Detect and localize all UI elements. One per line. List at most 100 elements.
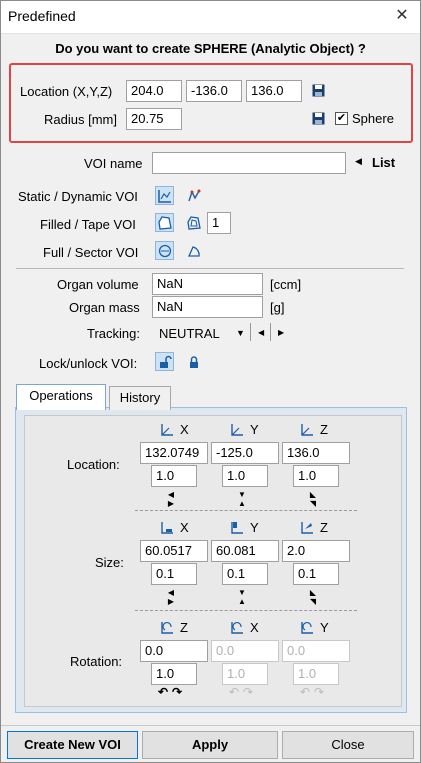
rot-x-header: X (230, 620, 259, 635)
dynamic-voi-icon[interactable] (184, 186, 203, 205)
rot-z-header: Z (160, 620, 188, 635)
size-z-step[interactable]: 0.1 (293, 563, 339, 585)
loc-x-axis-label: X (180, 422, 189, 437)
size-y-header: Y (230, 520, 259, 535)
size-z-input[interactable]: 2.0 (282, 540, 350, 562)
filled-voi-icon[interactable] (155, 213, 174, 232)
rotate-y-icon (301, 621, 313, 634)
size-y-axis-label: Y (250, 520, 259, 535)
size-y-step[interactable]: 0.1 (222, 563, 268, 585)
organ-volume-label: Organ volume (57, 277, 139, 292)
tracking-divider-2 (270, 323, 271, 341)
radius-label: Radius [mm] (44, 112, 117, 127)
rot-x-step: 1.0 (222, 663, 268, 685)
full-sector-label: Full / Sector VOI (43, 245, 139, 260)
location-x-field[interactable]: 204.0 (126, 80, 182, 102)
lock-icon[interactable] (184, 352, 203, 371)
loc-y-arrows-icon[interactable]: ▼ ▲ (229, 490, 261, 508)
voi-name-input[interactable] (152, 152, 346, 174)
apply-button[interactable]: Apply (142, 731, 278, 759)
location-separator (135, 510, 357, 511)
location-z-field[interactable]: 136.0 (246, 80, 302, 102)
organ-volume-field[interactable]: NaN (152, 273, 263, 295)
sector-voi-icon[interactable] (184, 241, 203, 260)
list-arrow-icon[interactable]: ◀ (355, 156, 362, 167)
location-y-field[interactable]: -136.0 (186, 80, 242, 102)
list-button[interactable]: List (372, 155, 395, 170)
size-x-step[interactable]: 0.1 (151, 563, 197, 585)
rot-z-axis-label: Z (180, 620, 188, 635)
separator (16, 268, 404, 269)
static-dynamic-label: Static / Dynamic VOI (18, 189, 138, 204)
close-button[interactable]: Close (282, 731, 414, 759)
rot-y-arrows-icon: ↶↷ (300, 685, 329, 699)
rot-z-input[interactable]: 0.0 (140, 640, 208, 662)
loc-z-arrows-icon[interactable]: ◣ ◥ (300, 490, 332, 508)
tracking-select[interactable]: NEUTRAL (159, 326, 220, 341)
rot-x-arrows-icon: ↶↷ (229, 685, 258, 699)
sphere-label: Sphere (352, 111, 394, 126)
rot-x-axis-label: X (250, 620, 259, 635)
tracking-label: Tracking: (87, 326, 140, 341)
loc-z-step[interactable]: 1.0 (293, 465, 339, 487)
size-z-icon (301, 521, 313, 534)
lock-label: Lock/unlock VOI: (39, 356, 138, 371)
loc-z-input[interactable]: 136.0 (282, 442, 350, 464)
loc-x-input[interactable]: 132.0749 (140, 442, 208, 464)
rot-z-step[interactable]: 1.0 (151, 663, 197, 685)
loc-z-axis-label: Z (320, 422, 328, 437)
full-voi-icon[interactable] (155, 241, 174, 260)
axis-x-icon (161, 423, 173, 436)
tape-voi-icon[interactable] (184, 213, 203, 232)
size-x-arrows-icon[interactable]: ◀ ▶ (158, 588, 190, 606)
rot-z-arrows-icon[interactable]: ↶↷ (158, 685, 186, 699)
size-z-axis-label: Z (320, 520, 328, 535)
size-y-input[interactable]: 60.081 (211, 540, 279, 562)
tracking-prev-icon[interactable]: ◀ (258, 328, 264, 337)
size-separator (135, 610, 357, 611)
rot-y-input: 0.0 (282, 640, 350, 662)
filled-tape-label: Filled / Tape VOI (40, 217, 136, 232)
loc-x-header: X (160, 422, 189, 437)
highlight-box (9, 63, 413, 143)
tab-history[interactable]: History (109, 386, 171, 410)
rot-y-axis-label: Y (320, 620, 329, 635)
radius-field[interactable]: 20.75 (126, 108, 182, 130)
organ-mass-label: Organ mass (69, 300, 140, 315)
axis-z-icon (301, 423, 313, 436)
size-y-arrows-icon[interactable]: ▼ ▲ (229, 588, 261, 606)
size-x-header: X (160, 520, 189, 535)
location-label: Location (X,Y,Z) (20, 84, 113, 99)
save-radius-icon[interactable] (309, 109, 328, 128)
rotation-op-label: Rotation: (70, 654, 123, 669)
loc-z-header: Z (300, 422, 328, 437)
rot-x-input: 0.0 (211, 640, 279, 662)
loc-y-step[interactable]: 1.0 (222, 465, 268, 487)
dialog-question: Do you want to create SPHERE (Analytic O… (55, 41, 366, 56)
organ-mass-unit: [g] (270, 300, 285, 315)
loc-y-input[interactable]: -125.0 (211, 442, 279, 464)
size-y-icon (231, 521, 243, 534)
close-icon[interactable]: ✕ (389, 3, 415, 29)
rot-y-header: Y (300, 620, 329, 635)
loc-x-arrows-icon[interactable]: ◀ ▶ (158, 490, 190, 508)
sphere-checkbox[interactable]: ✔ (335, 112, 348, 125)
voi-name-label: VOI name (84, 156, 143, 171)
static-voi-icon[interactable] (155, 186, 174, 205)
tracking-dropdown-icon[interactable]: ▼ (236, 328, 245, 338)
location-op-label: Location: (67, 457, 120, 472)
unlock-icon[interactable] (155, 352, 174, 371)
size-z-header: Z (300, 520, 328, 535)
tab-operations[interactable]: Operations (16, 384, 106, 410)
tape-width-field[interactable]: 1 (207, 212, 231, 234)
tracking-next-icon[interactable]: ▶ (278, 328, 284, 337)
size-z-arrows-icon[interactable]: ◣ ◥ (300, 588, 332, 606)
tracking-divider (250, 323, 251, 341)
organ-mass-field[interactable]: NaN (152, 296, 263, 318)
loc-x-step[interactable]: 1.0 (151, 465, 197, 487)
save-location-icon[interactable] (309, 81, 328, 100)
size-op-label: Size: (95, 555, 124, 570)
size-x-input[interactable]: 60.0517 (140, 540, 208, 562)
organ-volume-unit: [ccm] (270, 277, 302, 292)
create-voi-button[interactable]: Create New VOI (7, 731, 138, 759)
